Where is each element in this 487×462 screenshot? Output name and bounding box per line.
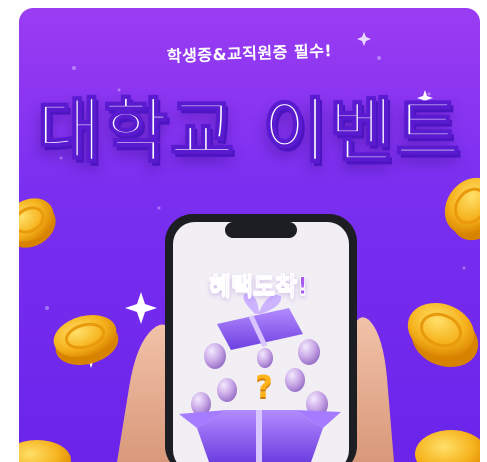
coin-icon xyxy=(19,440,71,462)
question-mark: ? xyxy=(255,370,273,405)
coin-icon xyxy=(407,302,479,368)
coin-icon xyxy=(415,430,480,462)
phone-screen-headline: 혜택도착! xyxy=(208,272,309,301)
banner-title: 대학교 이벤트 xyxy=(36,90,462,172)
coin-icon xyxy=(53,314,119,366)
event-banner[interactable]: 학생증&교직원증 필수! 대학교 이벤트 혜택도착! ? xyxy=(19,8,480,462)
coin-icon xyxy=(444,177,480,241)
coin-icon xyxy=(19,198,56,248)
sparkle-icon xyxy=(125,292,157,324)
